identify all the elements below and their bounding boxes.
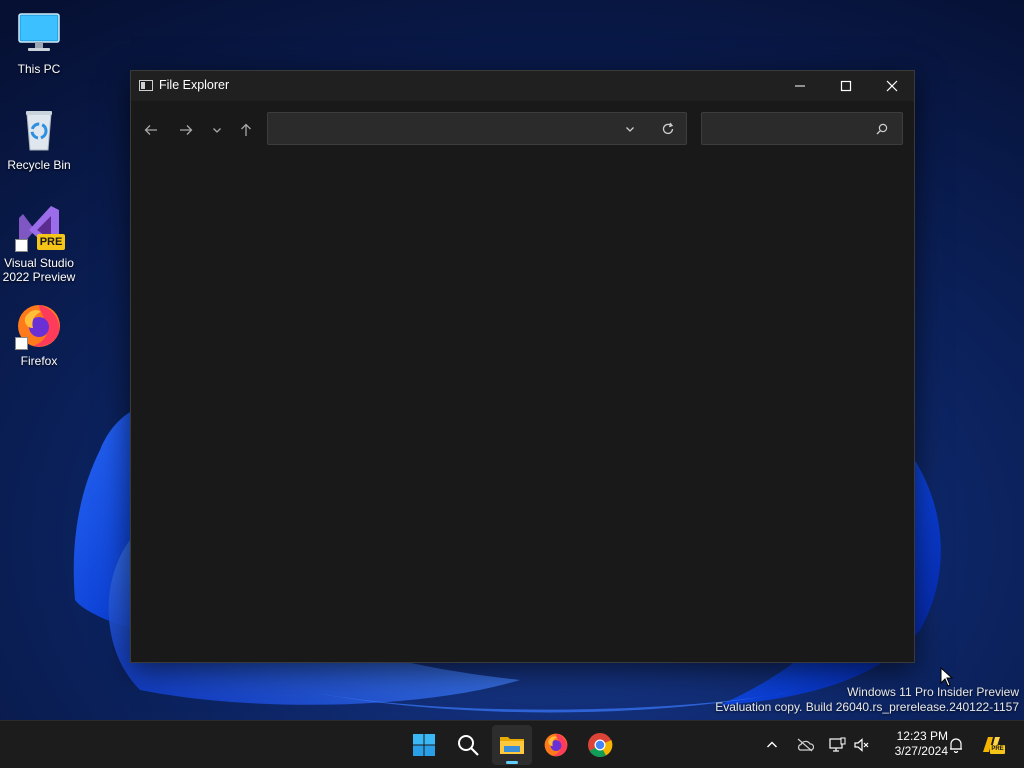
desktop-icon-label: This PC bbox=[17, 62, 61, 76]
up-arrow-icon bbox=[241, 123, 251, 136]
volume-status[interactable] bbox=[850, 733, 874, 757]
forward-button[interactable] bbox=[174, 119, 198, 141]
start-icon bbox=[413, 734, 435, 756]
navigation-bar bbox=[131, 101, 914, 157]
forward-arrow-icon bbox=[180, 125, 193, 135]
copilot-preview-badge: PRE bbox=[990, 745, 1005, 754]
copilot-button[interactable]: PRE bbox=[978, 733, 1006, 757]
address-bar[interactable] bbox=[267, 112, 687, 145]
maximize-icon bbox=[840, 80, 852, 92]
desktop-icon-label: Visual Studio 2022 Preview bbox=[2, 256, 76, 284]
watermark-build: Evaluation copy. Build 26040.rs_prerelea… bbox=[715, 700, 1019, 714]
preview-badge: PRE bbox=[37, 234, 65, 250]
chevron-down-icon bbox=[626, 127, 634, 132]
firefox-icon bbox=[544, 733, 568, 757]
taskbar-search-button[interactable] bbox=[448, 725, 488, 765]
desktop-icon-firefox[interactable]: Firefox bbox=[1, 302, 77, 368]
monitor-icon bbox=[15, 10, 63, 58]
desktop-icon-label: Recycle Bin bbox=[7, 158, 71, 172]
shortcut-arrow-icon bbox=[15, 239, 28, 252]
recycle-bin-icon bbox=[15, 106, 63, 154]
show-hidden-icons-button[interactable] bbox=[760, 733, 784, 757]
clock[interactable]: 12:23 PM 3/27/2024 bbox=[876, 729, 948, 759]
network-status[interactable] bbox=[825, 733, 849, 757]
back-arrow-icon bbox=[144, 125, 157, 135]
search-input[interactable] bbox=[708, 119, 872, 139]
recent-dropdown-icon bbox=[213, 128, 221, 133]
desktop-icon-recycle-bin[interactable]: Recycle Bin bbox=[1, 106, 77, 172]
notifications-button[interactable] bbox=[944, 733, 968, 757]
title-bar[interactable]: File Explorer bbox=[131, 71, 914, 101]
address-dropdown-button[interactable] bbox=[620, 121, 640, 137]
windows-watermark: Windows 11 Pro Insider Preview Evaluatio… bbox=[715, 685, 1019, 715]
refresh-button[interactable] bbox=[656, 120, 680, 138]
search-icon bbox=[876, 123, 888, 135]
refresh-icon bbox=[662, 122, 674, 135]
start-button[interactable] bbox=[404, 725, 444, 765]
close-icon bbox=[886, 80, 898, 92]
clock-date: 3/27/2024 bbox=[894, 744, 948, 758]
up-button[interactable] bbox=[234, 119, 258, 141]
firefox-icon bbox=[15, 302, 63, 350]
chevron-up-icon bbox=[767, 741, 777, 748]
visual-studio-icon: PRE bbox=[15, 204, 65, 252]
file-explorer-window[interactable]: File Explorer bbox=[130, 70, 915, 663]
taskbar: 12:23 PM 3/27/2024 PRE bbox=[0, 720, 1024, 768]
shortcut-arrow-icon bbox=[15, 337, 28, 350]
search-icon bbox=[458, 735, 479, 756]
watermark-edition: Windows 11 Pro Insider Preview bbox=[847, 685, 1019, 699]
minimize-icon bbox=[795, 85, 805, 87]
taskbar-firefox-button[interactable] bbox=[536, 725, 576, 765]
file-explorer-window-icon bbox=[139, 80, 153, 91]
mouse-cursor-icon bbox=[940, 667, 954, 687]
minimize-button[interactable] bbox=[777, 71, 823, 101]
close-button[interactable] bbox=[869, 71, 915, 101]
onedrive-status[interactable] bbox=[793, 733, 817, 757]
desktop-icon-this-pc[interactable]: This PC bbox=[1, 10, 77, 76]
taskbar-chrome-button[interactable] bbox=[580, 725, 620, 765]
active-app-indicator bbox=[506, 761, 518, 764]
content-area[interactable] bbox=[131, 157, 914, 662]
desktop-icon-visual-studio[interactable]: PRE Visual Studio 2022 Preview bbox=[1, 204, 77, 284]
network-icon bbox=[829, 737, 846, 752]
clock-time: 12:23 PM bbox=[896, 729, 948, 743]
taskbar-file-explorer-button[interactable] bbox=[492, 725, 532, 765]
back-button[interactable] bbox=[139, 119, 163, 141]
recent-locations-button[interactable] bbox=[205, 119, 229, 141]
file-explorer-icon bbox=[500, 737, 524, 754]
notification-bell-icon bbox=[950, 738, 962, 753]
volume-muted-icon bbox=[854, 738, 869, 752]
maximize-button[interactable] bbox=[823, 71, 869, 101]
search-box[interactable] bbox=[701, 112, 903, 145]
chrome-icon bbox=[588, 733, 613, 758]
window-title: File Explorer bbox=[159, 78, 230, 92]
desktop-icon-label: Firefox bbox=[20, 354, 58, 368]
onedrive-icon bbox=[797, 738, 814, 752]
